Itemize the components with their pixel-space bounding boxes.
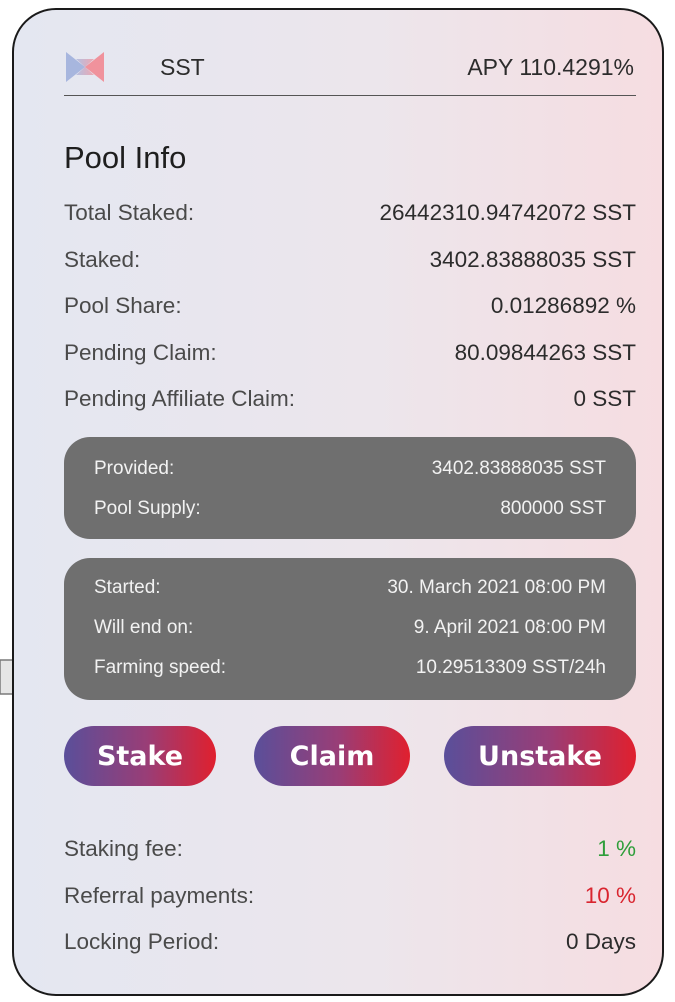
locking-period-label: Locking Period: (64, 929, 220, 955)
staked-label: Staked: (64, 246, 141, 272)
locking-period-value: 0 Days (565, 929, 636, 955)
total-staked-row: Total Staked: 26442310.94742072 SST (64, 190, 636, 237)
pool-info-list: Total Staked: 26442310.94742072 SST Stak… (64, 190, 636, 423)
sst-logo-icon (66, 52, 104, 82)
staked-row: Staked: 3402.83888035 SST (64, 237, 636, 284)
pool-supply-value: 800000 SST (500, 498, 606, 519)
pending-affiliate-claim-value: 0 SST (573, 386, 636, 412)
farming-speed-value: 10.29513309 SST/24h (415, 657, 606, 678)
timing-panel: Started: 30. March 2021 08:00 PM Will en… (64, 558, 636, 700)
referral-payments-row: Referral payments: 10 % (64, 873, 636, 920)
staking-fee-value: 1 % (597, 836, 636, 862)
pending-affiliate-claim-row: Pending Affiliate Claim: 0 SST (64, 376, 636, 423)
fee-list: Staking fee: 1 % Referral payments: 10 %… (64, 826, 636, 966)
pending-claim-label: Pending Claim: (64, 339, 217, 365)
pool-share-row: Pool Share: 0.01286892 % (64, 283, 636, 330)
pending-affiliate-claim-label: Pending Affiliate Claim: (64, 386, 295, 412)
pending-claim-value: 80.09844263 SST (454, 339, 636, 365)
stake-button[interactable]: Stake (64, 726, 216, 786)
total-staked-value: 26442310.94742072 SST (379, 200, 636, 226)
pool-card: SST APY 110.4291% Pool Info Total Staked… (12, 8, 664, 996)
end-date-value: 9. April 2021 08:00 PM (413, 617, 606, 638)
farming-speed-row: Farming speed: 10.29513309 SST/24h (94, 648, 606, 688)
pool-share-value: 0.01286892 % (490, 293, 636, 319)
started-label: Started: (94, 577, 161, 598)
started-value: 30. March 2021 08:00 PM (387, 577, 606, 598)
farming-speed-label: Farming speed: (94, 657, 227, 678)
token-name: SST (160, 54, 205, 80)
end-date-label: Will end on: (94, 617, 194, 638)
started-row: Started: 30. March 2021 08:00 PM (94, 568, 606, 608)
apy-value: APY 110.4291% (467, 54, 634, 80)
pending-claim-row: Pending Claim: 80.09844263 SST (64, 330, 636, 377)
referral-payments-label: Referral payments: (64, 882, 255, 908)
staking-fee-label: Staking fee: (64, 836, 183, 862)
pool-share-label: Pool Share: (64, 293, 182, 319)
provided-value: 3402.83888035 SST (431, 458, 606, 479)
pool-header: SST APY 110.4291% (64, 40, 636, 96)
end-date-row: Will end on: 9. April 2021 08:00 PM (94, 608, 606, 648)
unstake-button[interactable]: Unstake (444, 726, 636, 786)
locking-period-row: Locking Period: 0 Days (64, 919, 636, 966)
provided-label: Provided: (94, 458, 175, 479)
supply-panel: Provided: 3402.83888035 SST Pool Supply:… (64, 437, 636, 539)
referral-payments-value: 10 % (584, 882, 636, 908)
provided-row: Provided: 3402.83888035 SST (94, 449, 606, 489)
pool-supply-row: Pool Supply: 800000 SST (94, 489, 606, 529)
action-buttons: Stake Claim Unstake (64, 726, 636, 788)
pool-info-title: Pool Info (64, 140, 187, 175)
claim-button[interactable]: Claim (254, 726, 410, 786)
staking-fee-row: Staking fee: 1 % (64, 826, 636, 873)
total-staked-label: Total Staked: (64, 200, 195, 226)
staked-value: 3402.83888035 SST (429, 246, 636, 272)
pool-supply-label: Pool Supply: (94, 498, 201, 519)
